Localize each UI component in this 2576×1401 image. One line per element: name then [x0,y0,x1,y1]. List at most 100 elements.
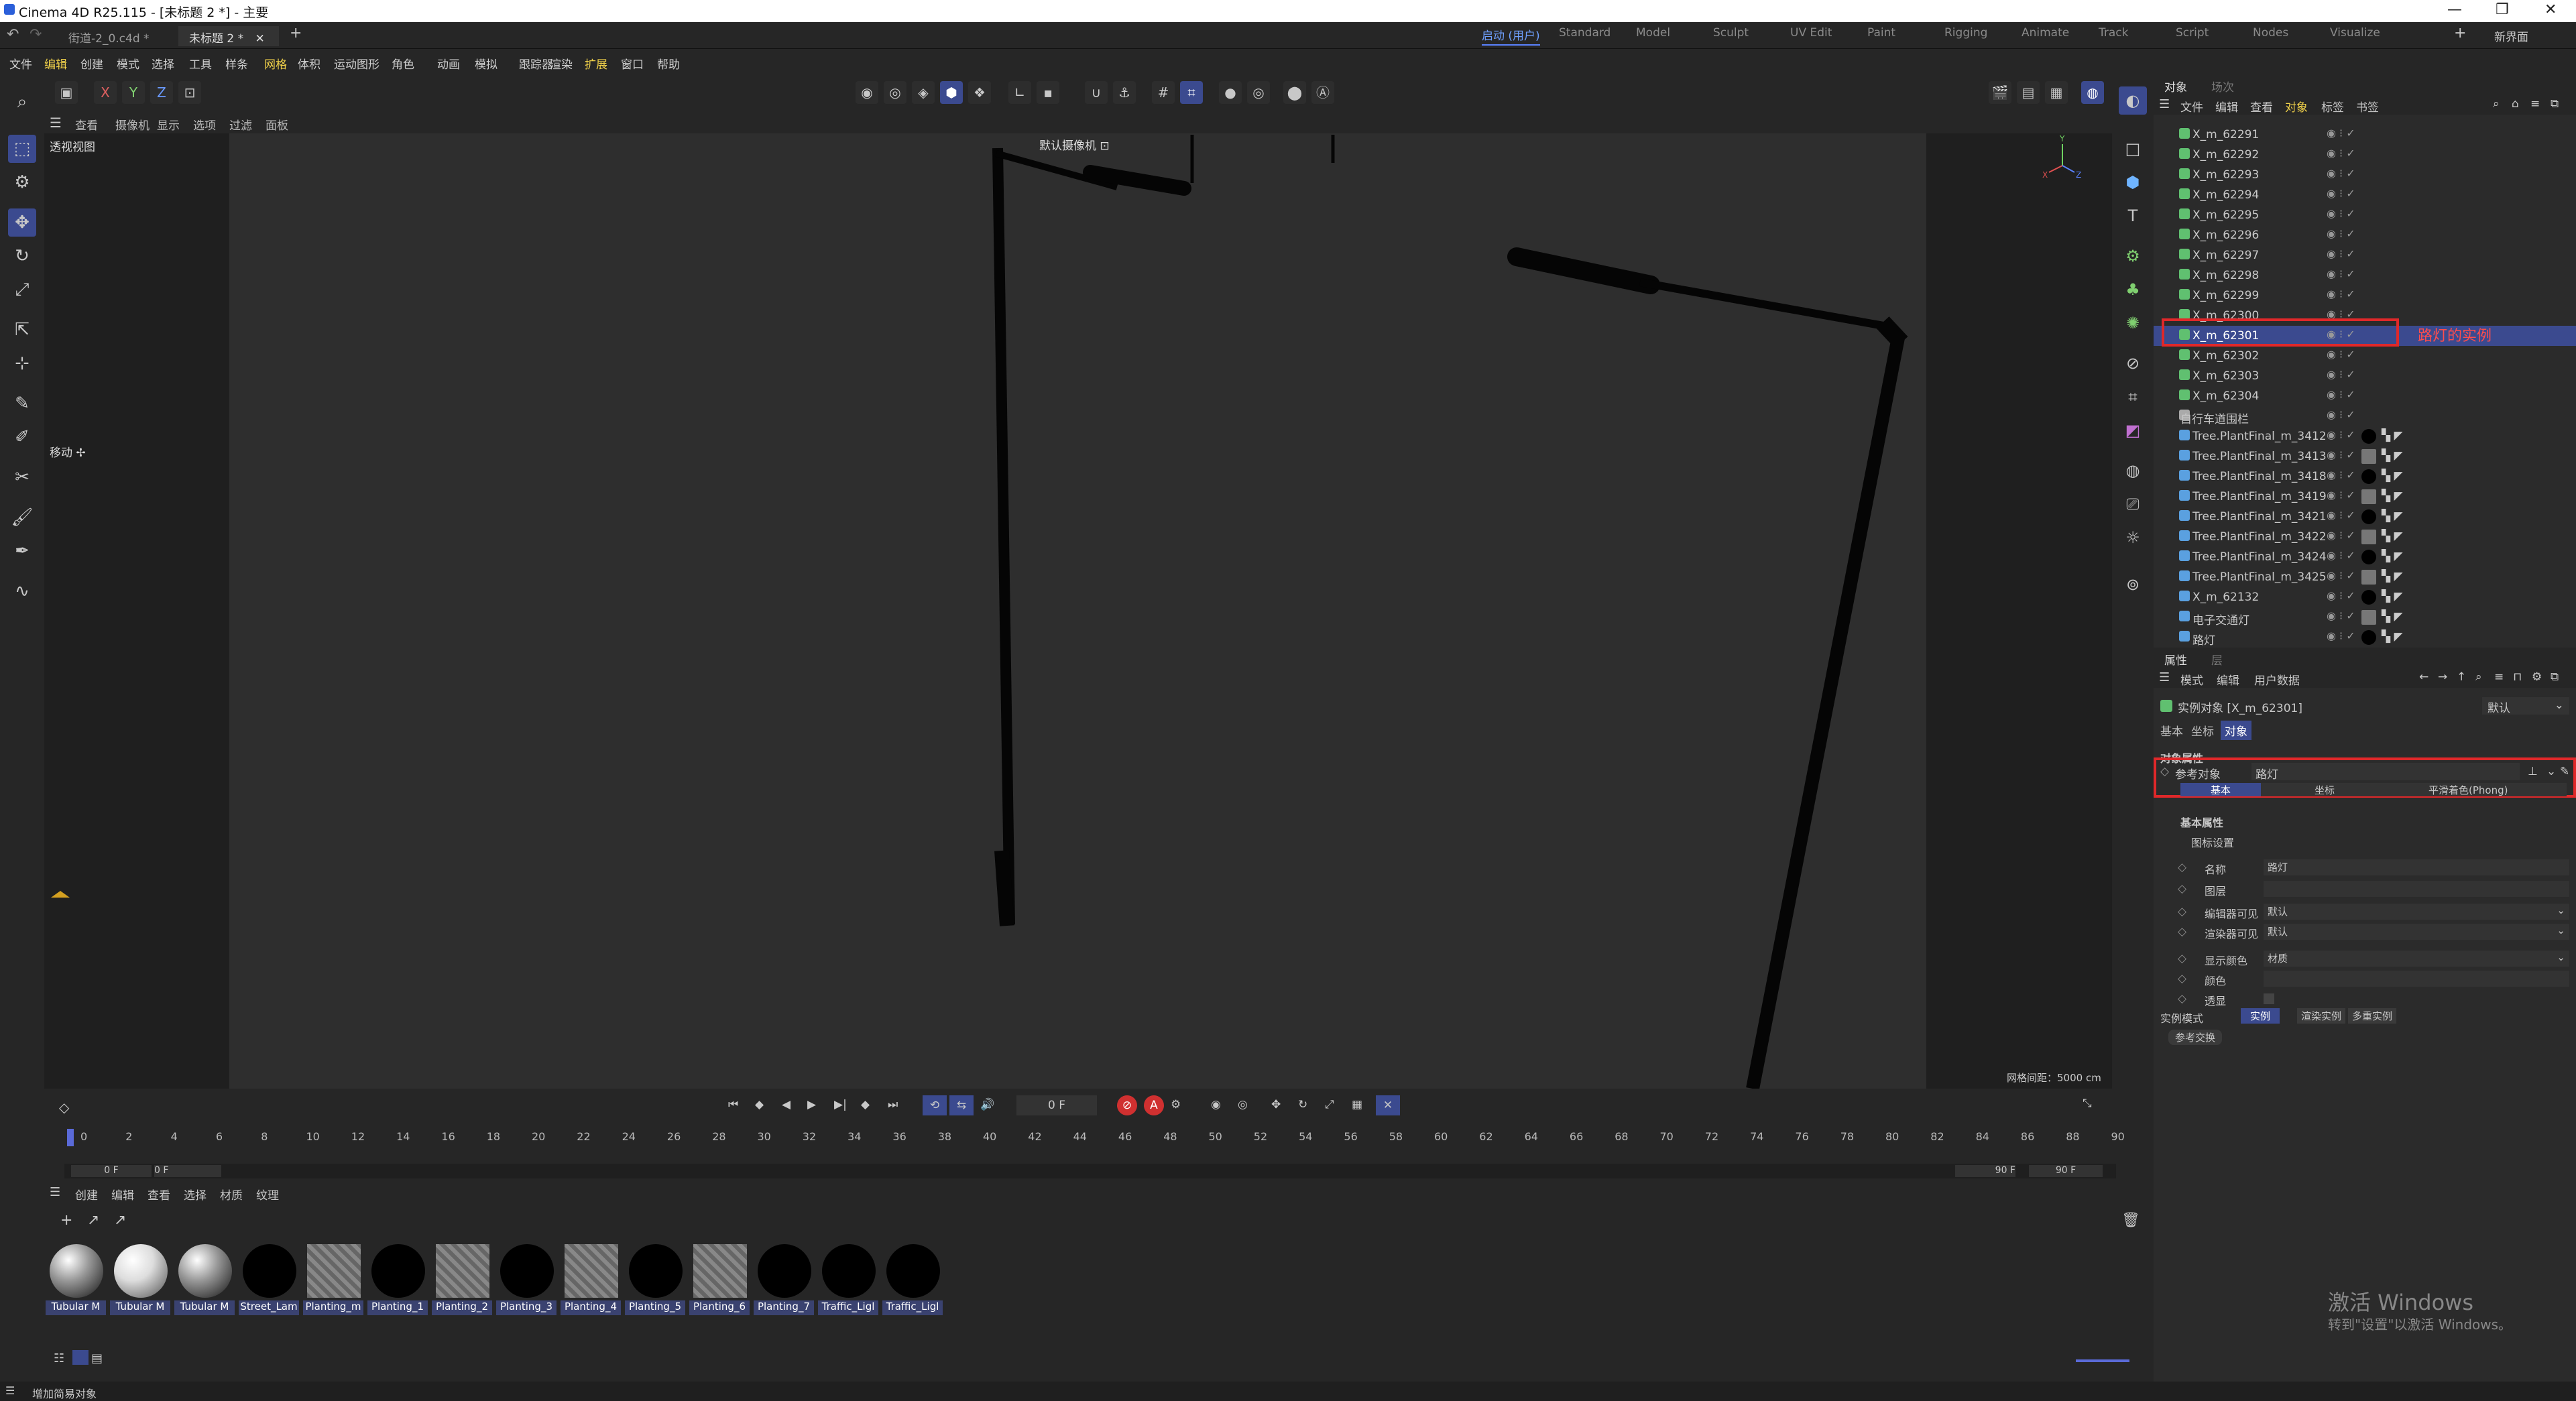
visibility-icon[interactable]: ◉ ⁝ ✓ [2327,227,2355,240]
object-row[interactable]: X_m_62291 ◉ ⁝ ✓ [2154,125,2576,145]
menu-14[interactable]: 渲染 [550,55,573,72]
axis-x-button[interactable]: X [94,81,117,104]
visibility-icon[interactable]: ◉ ⁝ ✓ [2327,569,2355,582]
filter-icon[interactable]: ≡ [2494,670,2504,684]
layout-11[interactable]: Visualize [2330,26,2380,40]
hamburger-icon[interactable]: ☰ [50,1185,60,1199]
material-tag-icon[interactable] [2361,530,2376,544]
subtab-basic[interactable]: 基本 [2160,722,2183,739]
object-row[interactable]: X_m_62294 ◉ ⁝ ✓ [2154,185,2576,205]
editor-visibility-select[interactable]: 默认 ⌄ [2264,904,2569,920]
sculpt-icon[interactable]: ✒ [8,537,36,565]
zoom-slider[interactable] [2076,1359,2129,1362]
spline-pen-icon[interactable]: ✎ [8,389,36,418]
subtab-object[interactable]: 对象 [2221,721,2251,740]
object-row[interactable]: X_m_62293 ◉ ⁝ ✓ [2154,165,2576,185]
timeline-ruler[interactable]: 0 2 4 6 8 10 12 14 16 18 20 22 24 26 28 30 32 34 36 38 40 42 4… [67,1129,2125,1149]
point-mode-icon[interactable]: ◉ [856,81,878,104]
material-tag-icon[interactable] [2361,509,2376,524]
texture-tag-icon[interactable]: ▚ ◤ [2382,469,2403,483]
visibility-icon[interactable]: ◉ ⁝ ✓ [2327,589,2355,602]
motion-icon[interactable]: ◉ [1211,1098,1221,1111]
name-field[interactable]: 路灯 [2264,859,2569,875]
view-menu-4[interactable]: 过滤 [229,116,252,133]
material-swatch[interactable]: Planting_2 [432,1241,492,1317]
material-swatch[interactable]: Planting_m [303,1241,363,1317]
settings-icon[interactable]: ⚙ [2532,670,2542,684]
om-menu-2[interactable]: 查看 [2250,98,2273,115]
menu-5[interactable]: 工具 [189,55,212,72]
object-row[interactable]: Tree.PlantFinal_m_3412 ◉ ⁝ ✓ ▚ ◤ [2154,426,2576,446]
visibility-icon[interactable]: ◉ ⁝ ✓ [2327,288,2355,300]
material-menu-5[interactable]: 纹理 [256,1186,279,1203]
attr-menu-2[interactable]: 用户数据 [2254,671,2300,688]
current-frame-field[interactable]: 0 F [1016,1095,1097,1115]
inner-tab-basic[interactable]: 基本 [2180,783,2261,796]
layout-6[interactable]: Rigging [1944,26,1987,40]
filter-icon[interactable]: ≡ [2530,97,2540,111]
display-color-select[interactable]: 材质 ⌄ [2264,951,2569,967]
reference-object-field[interactable]: ◇ 参考对象 路灯 ⊥ ⌄ ✎ [2160,763,2569,782]
menu-15[interactable]: 扩展 [585,55,607,72]
material-menu-1[interactable]: 编辑 [111,1186,134,1203]
view-menu-1[interactable]: 摄像机 [115,116,150,133]
material-swatch[interactable]: Planting_3 [496,1241,557,1317]
viewport-solo-icon[interactable]: ⬤ [1283,81,1306,104]
live-select-icon[interactable]: ⬚ [8,135,36,163]
object-row[interactable]: X_m_62299 ◉ ⁝ ✓ [2154,286,2576,306]
material-menu-0[interactable]: 创建 [75,1186,98,1203]
texture-tag-icon[interactable]: ▚ ◤ [2382,590,2403,603]
menu-4[interactable]: 选择 [152,55,174,72]
icon-settings-toggle[interactable]: 图标设置 [2191,834,2234,850]
close-window-button[interactable]: ✕ [2544,1,2557,18]
object-row[interactable]: X_m_62304 ◉ ⁝ ✓ [2154,386,2576,406]
om-menu-5[interactable]: 书签 [2356,98,2379,115]
edge-mode-icon[interactable]: ◎ [884,81,906,104]
model-mode-icon[interactable]: ⬢ [940,81,963,104]
material-tag-icon[interactable] [2361,469,2376,484]
texture-tag-icon[interactable]: ▚ ◤ [2382,509,2403,523]
menu-6[interactable]: 样条 [225,55,248,72]
cloner-icon[interactable]: ♣ [2119,276,2147,304]
attr-menu-0[interactable]: 模式 [2180,671,2203,688]
render-visibility-select[interactable]: 默认 ⌄ [2264,924,2569,940]
layout-3[interactable]: Sculpt [1713,26,1749,40]
xray-checkbox[interactable] [2264,993,2274,1004]
material-menu-4[interactable]: 材质 [220,1186,243,1203]
menu-8[interactable]: 体积 [298,55,320,72]
maximize-button[interactable]: ❐ [2496,1,2509,18]
ref-dropdown-icon[interactable]: ⌄ [2546,765,2556,778]
link-icon[interactable]: ↗ [87,1212,99,1229]
tab-layers[interactable]: 层 [2211,651,2223,668]
object-manager-icon[interactable]: ◐ [2119,86,2147,115]
layout-9[interactable]: Script [2176,26,2209,40]
material-swatch[interactable]: Planting_7 [754,1241,814,1317]
magnet-tool-icon[interactable]: ∿ [8,577,36,605]
grid-view-icon[interactable] [72,1350,89,1365]
next-key-icon[interactable]: ◆ [861,1098,870,1111]
ref-pen-icon[interactable]: ✎ [2560,765,2569,778]
object-row[interactable]: X_m_62295 ◉ ⁝ ✓ [2154,205,2576,225]
mode-multi-instance-button[interactable]: 多重实例 [2348,1008,2397,1024]
snap-icon[interactable]: ⊹ [8,349,36,377]
object-row[interactable]: Tree.PlantFinal_m_3421 ◉ ⁝ ✓ ▚ ◤ [2154,507,2576,527]
add-material-icon[interactable]: + [60,1212,72,1229]
light-icon[interactable]: ☼ [2119,524,2147,552]
object-row[interactable]: Tree.PlantFinal_m_3424 ◉ ⁝ ✓ ▚ ◤ [2154,547,2576,567]
visibility-icon[interactable]: ◉ ⁝ ✓ [2327,469,2355,481]
material-swatch[interactable]: Traffic_Ligl [882,1241,943,1317]
color-field[interactable] [2264,971,2569,987]
texture-mode-icon[interactable]: ❖ [968,81,991,104]
visibility-icon[interactable]: ◉ ⁝ ✓ [2327,247,2355,260]
visibility-icon[interactable]: ◉ ⁝ ✓ [2327,549,2355,562]
hamburger-icon[interactable]: ☰ [50,115,62,131]
search-icon[interactable]: ⌕ [2493,97,2500,111]
visibility-icon[interactable]: ◉ ⁝ ✓ [2327,428,2355,441]
material-menu-2[interactable]: 查看 [148,1186,170,1203]
layout-10[interactable]: Nodes [2253,26,2288,40]
search-icon[interactable]: ⌕ [2475,670,2482,684]
material-swatch[interactable]: Traffic_Ligl [818,1241,878,1317]
autokey-icon[interactable]: A [1144,1095,1164,1115]
texture-tag-icon[interactable]: ▚ ◤ [2382,550,2403,563]
layout-4[interactable]: UV Edit [1790,26,1832,40]
